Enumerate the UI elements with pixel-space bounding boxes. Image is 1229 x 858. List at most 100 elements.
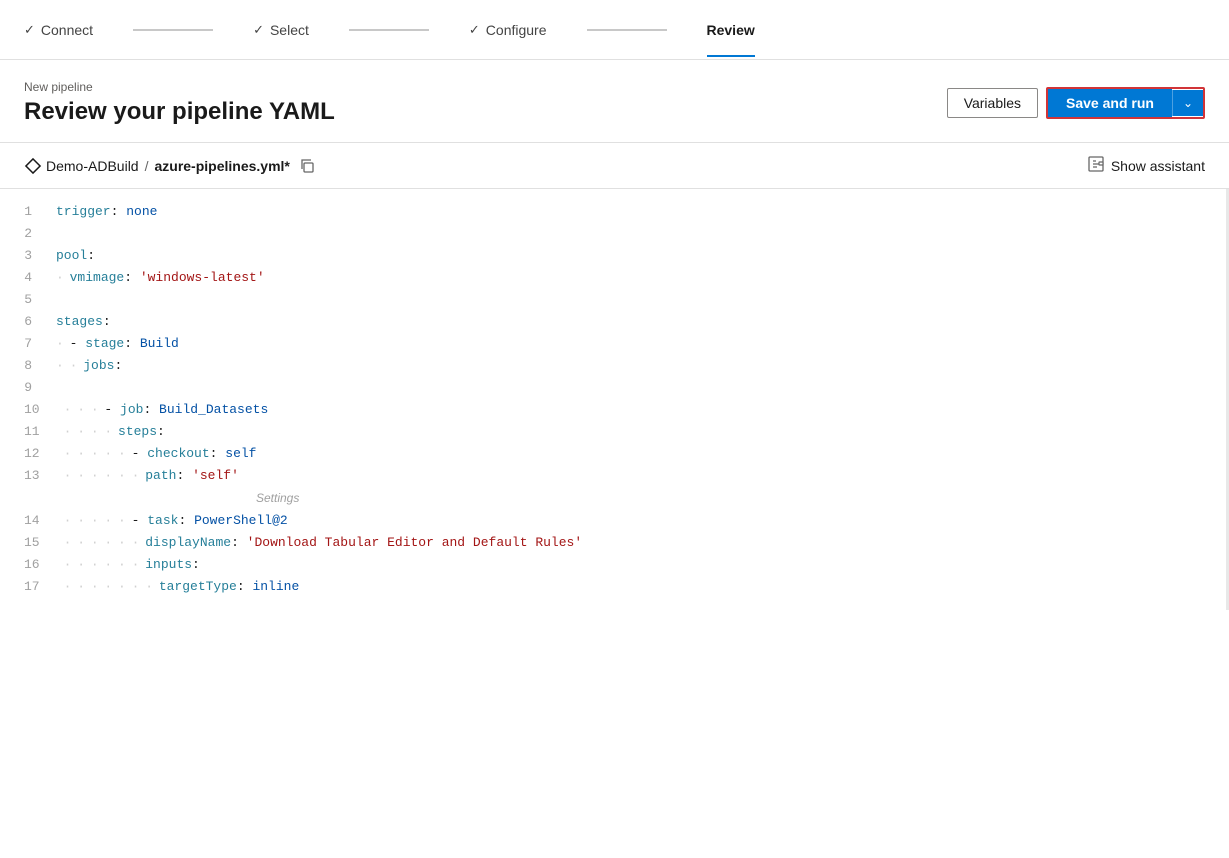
line-number: 7	[24, 333, 56, 355]
indent-indicator: · ·	[56, 358, 83, 373]
save-and-run-chevron-button[interactable]: ⌄	[1172, 90, 1203, 116]
line-content: · · · · steps:	[64, 421, 1202, 443]
indent-indicator: · · · · ·	[64, 513, 132, 528]
steps-navigation: ✓ Connect ✓ Select ✓ Configure Review	[0, 0, 1229, 60]
code-text: :	[143, 402, 159, 417]
indent-indicator: · · · · · ·	[64, 468, 146, 483]
code-keyword: jobs	[83, 358, 114, 373]
code-keyword: vmimage	[70, 270, 125, 285]
line-number: 8	[24, 355, 56, 377]
code-line: 6stages:	[0, 311, 1226, 333]
code-keyword: task	[147, 513, 178, 528]
code-value: Build_Datasets	[159, 402, 268, 417]
line-number: 12	[24, 443, 64, 465]
line-number: 3	[24, 245, 56, 267]
code-string: 'self'	[192, 468, 239, 483]
indent-indicator: · · · ·	[64, 424, 118, 439]
check-icon-select: ✓	[253, 22, 264, 38]
code-line: 13· · · · · · path: 'self'	[0, 465, 1226, 487]
code-line: 4· vmimage: 'windows-latest'	[0, 267, 1226, 289]
line-content: · · · · · · displayName: 'Download Tabul…	[64, 532, 1202, 554]
line-content: · - stage: Build	[56, 333, 1202, 355]
code-value: Build	[140, 336, 179, 351]
code-text: :	[210, 446, 226, 461]
code-line: Settings	[0, 487, 1226, 510]
modified-indicator: *	[284, 158, 289, 174]
code-text: :	[124, 336, 140, 351]
step-review-label: Review	[707, 22, 755, 38]
line-number: 15	[24, 532, 64, 554]
code-value: inline	[252, 579, 299, 594]
code-text: :	[178, 513, 194, 528]
assistant-icon	[1087, 155, 1105, 176]
code-string: 'windows-latest'	[140, 270, 265, 285]
code-keyword: trigger	[56, 204, 111, 219]
line-number: 1	[24, 201, 56, 223]
line-number: 2	[24, 223, 56, 245]
code-text: :	[103, 314, 111, 329]
code-text: -	[104, 402, 120, 417]
code-line: 1trigger: none	[0, 201, 1226, 223]
code-text: -	[132, 446, 148, 461]
code-editor[interactable]: 1trigger: none23pool:4· vmimage: 'window…	[0, 189, 1226, 610]
line-number: 9	[24, 377, 56, 399]
code-line: 5	[0, 289, 1226, 311]
line-number: 14	[24, 510, 64, 532]
line-content: · · jobs:	[56, 355, 1202, 377]
code-text: :	[111, 204, 127, 219]
line-number	[24, 487, 56, 509]
step-review[interactable]: Review	[707, 22, 795, 38]
repo-name: Demo-ADBuild	[46, 158, 139, 174]
step-configure[interactable]: ✓ Configure	[469, 22, 587, 38]
page-title: Review your pipeline YAML	[24, 98, 335, 126]
code-keyword: checkout	[147, 446, 209, 461]
code-text: :	[87, 248, 95, 263]
line-content: stages:	[56, 311, 1202, 333]
settings-label: Settings	[256, 491, 299, 505]
file-name: azure-pipelines.yml*	[154, 158, 289, 174]
code-keyword: displayName	[145, 535, 231, 550]
step-divider-1	[133, 29, 213, 31]
line-content: · · · - job: Build_Datasets	[64, 399, 1202, 421]
show-assistant-button[interactable]: Show assistant	[1087, 155, 1205, 176]
code-keyword: steps	[118, 424, 157, 439]
line-number: 16	[24, 554, 64, 576]
line-number: 4	[24, 267, 56, 289]
step-configure-label: Configure	[486, 22, 547, 38]
line-number: 10	[24, 399, 64, 421]
save-and-run-button[interactable]: Save and run	[1048, 89, 1172, 117]
code-text: :	[124, 270, 140, 285]
line-content: pool:	[56, 245, 1202, 267]
step-connect[interactable]: ✓ Connect	[24, 22, 133, 38]
step-select[interactable]: ✓ Select	[253, 22, 349, 38]
code-text: :	[157, 424, 165, 439]
indent-indicator: · · · · ·	[64, 446, 132, 461]
indent-indicator: ·	[56, 270, 70, 285]
file-path: Demo-ADBuild / azure-pipelines.yml*	[24, 157, 316, 175]
code-keyword: stages	[56, 314, 103, 329]
code-line: 10· · · - job: Build_Datasets	[0, 399, 1226, 421]
variables-button[interactable]: Variables	[947, 88, 1038, 118]
code-keyword: inputs	[145, 557, 192, 572]
line-content: · vmimage: 'windows-latest'	[56, 267, 1202, 289]
code-line: 3pool:	[0, 245, 1226, 267]
line-number: 11	[24, 421, 64, 443]
line-content: · · · · · · inputs:	[64, 554, 1202, 576]
copy-icon[interactable]	[298, 157, 316, 175]
code-line: 17· · · · · · · targetType: inline	[0, 576, 1226, 598]
code-string: 'Download Tabular Editor and Default Rul…	[247, 535, 582, 550]
indent-indicator: · · ·	[64, 402, 105, 417]
code-value: none	[126, 204, 157, 219]
save-and-run-group: Save and run ⌄	[1046, 87, 1205, 119]
page-header-left: New pipeline Review your pipeline YAML	[24, 80, 335, 126]
code-line: 14· · · · · - task: PowerShell@2	[0, 510, 1226, 532]
code-line: 8· · jobs:	[0, 355, 1226, 377]
indent-indicator: · · · · · · ·	[64, 579, 159, 594]
editor-area: Demo-ADBuild / azure-pipelines.yml* S	[0, 143, 1229, 610]
line-content: Settings	[56, 487, 1202, 510]
code-line: 12· · · · · - checkout: self	[0, 443, 1226, 465]
step-divider-3	[587, 29, 667, 31]
step-divider-2	[349, 29, 429, 31]
step-connect-label: Connect	[41, 22, 93, 38]
code-text: -	[132, 513, 148, 528]
